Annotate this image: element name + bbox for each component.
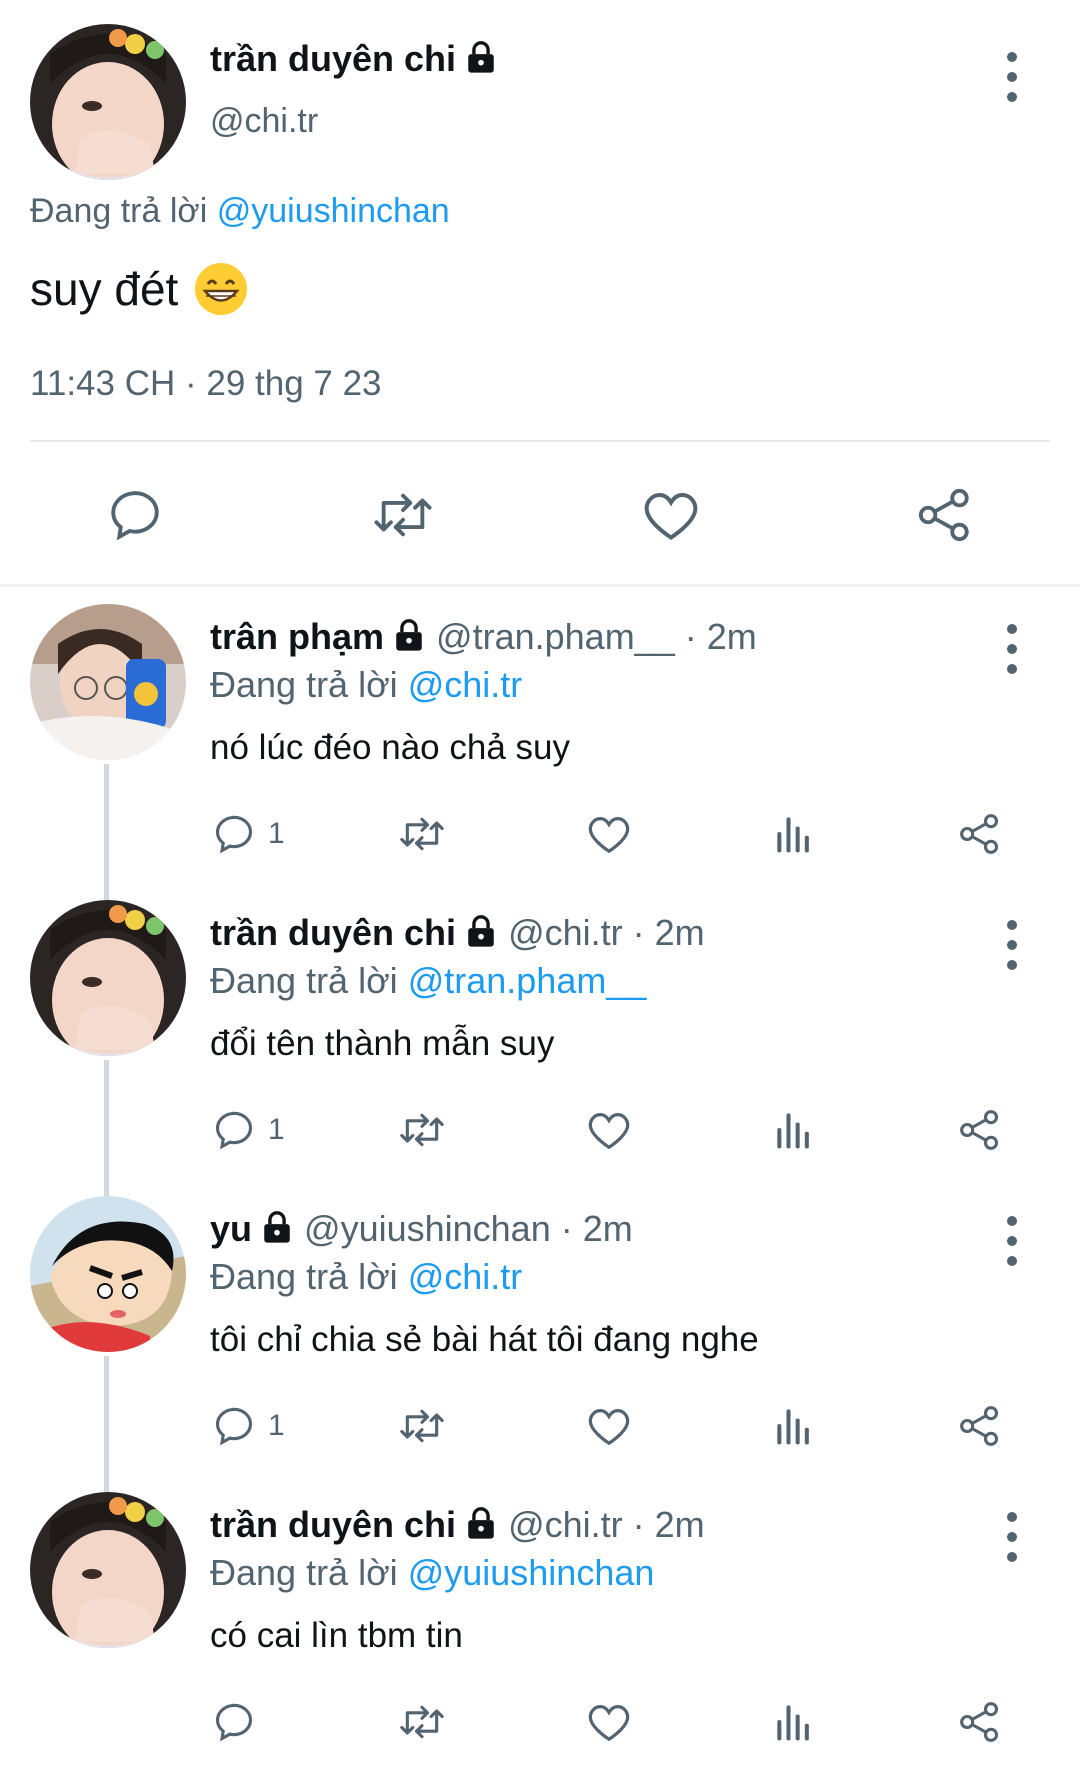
reply-count: 1 [268,1409,285,1442]
tran-pham-avatar[interactable] [30,604,186,760]
main-author-name[interactable]: trần duyên chi [210,38,498,80]
reply-author-name[interactable]: trần duyên chi [210,912,456,953]
reply-author-name[interactable]: trần duyên chi [210,1504,456,1545]
reply-header: yu @yuiushinchan · 2m [210,1208,633,1250]
analytics-icon[interactable] [772,1396,816,1456]
reply-author-handle[interactable]: @chi.tr [508,1504,623,1545]
replying-to-mention[interactable]: @yuiushinchan [408,1552,655,1593]
divider [30,440,1050,442]
tweet-timestamp[interactable]: 11:43 CH · 29 thg 7 23 [30,364,382,404]
heart-icon[interactable] [586,1692,632,1752]
comment-icon [212,1108,256,1152]
analytics-icon[interactable] [772,1692,816,1752]
retweet-icon[interactable] [396,1100,448,1160]
retweet-icon[interactable] [396,1692,448,1752]
reply-tweet[interactable]: trân phạm @tran.pham__ · 2m Đang trả lời… [0,604,1080,900]
replying-to-mention[interactable]: @chi.tr [408,1256,523,1297]
heart-icon[interactable] [636,480,706,550]
replying-label: Đang trả lời [210,1552,398,1593]
main-tweet-body: suy đét [30,263,179,315]
main-author-display-name: trần duyên chi [210,38,457,79]
replying-to-mention[interactable]: @tran.pham__ [408,960,647,1001]
comment-icon [212,1404,256,1448]
comment-icon[interactable] [100,480,170,550]
reply-time[interactable]: · 2m [633,912,705,953]
reply-action-bar: 1 [0,1100,1080,1160]
main-author-avatar[interactable] [30,24,186,180]
retweet-icon[interactable] [396,804,448,864]
chi-tr-avatar[interactable] [30,900,186,1056]
reply-author-handle[interactable]: @yuiushinchan [304,1208,551,1249]
grinning-emoji-icon [194,262,248,316]
retweet-icon[interactable] [368,480,438,550]
replying-label: Đang trả lời [210,664,398,705]
heart-icon[interactable] [586,1100,632,1160]
reply-time[interactable]: · 2m [685,616,757,657]
reply-tweet[interactable]: trần duyên chi @chi.tr · 2m Đang trả lời… [0,900,1080,1196]
reply-author-handle[interactable]: @tran.pham__ [436,616,675,657]
retweet-icon[interactable] [396,1396,448,1456]
reply-header: trần duyên chi @chi.tr · 2m [210,912,705,954]
more-vertical-icon[interactable] [1002,624,1022,674]
heart-icon[interactable] [586,1396,632,1456]
replying-to: Đang trả lời @yuiushinchan [30,192,450,231]
heart-icon[interactable] [586,804,632,864]
reply-header: trân phạm @tran.pham__ · 2m [210,616,757,658]
reply-button[interactable]: 1 [212,1396,285,1456]
section-divider [0,584,1080,587]
more-vertical-icon[interactable] [1002,52,1022,102]
chi-tr-avatar[interactable] [30,1492,186,1648]
replying-to-mention[interactable]: @yuiushinchan [217,192,450,230]
comment-icon [212,1700,256,1744]
analytics-icon[interactable] [772,1100,816,1160]
share-icon[interactable] [958,1692,1002,1752]
reply-tweet[interactable]: yu @yuiushinchan · 2m Đang trả lời @chi.… [0,1196,1080,1492]
main-author-handle[interactable]: @chi.tr [210,102,318,141]
share-icon[interactable] [910,480,980,550]
reply-text: tôi chỉ chia sẻ bài hát tôi đang nghe [210,1320,759,1359]
reply-time[interactable]: · 2m [561,1208,633,1249]
reply-button[interactable] [212,1692,268,1752]
reply-text: đổi tên thành mẫn suy [210,1024,555,1063]
reply-action-bar [0,1692,1080,1752]
more-vertical-icon[interactable] [1002,1216,1022,1266]
replying-to: Đang trả lời @chi.tr [210,664,522,706]
more-vertical-icon[interactable] [1002,920,1022,970]
reply-tweet[interactable]: trần duyên chi @chi.tr · 2m Đang trả lời… [0,1492,1080,1788]
comment-icon [212,812,256,856]
reply-button[interactable]: 1 [212,1100,285,1160]
more-vertical-icon[interactable] [1002,1512,1022,1562]
replying-label: Đang trả lời [30,192,208,230]
analytics-icon[interactable] [772,804,816,864]
replying-to: Đang trả lời @tran.pham__ [210,960,646,1002]
lock-icon [464,914,498,948]
share-icon[interactable] [958,1396,1002,1456]
reply-text: có cai lìn tbm tin [210,1616,463,1655]
replying-label: Đang trả lời [210,960,398,1001]
reply-button[interactable]: 1 [212,804,285,864]
lock-icon [464,40,498,74]
lock-icon [392,618,426,652]
reply-action-bar: 1 [0,804,1080,864]
replying-to: Đang trả lời @yuiushinchan [210,1552,654,1594]
replying-to-mention[interactable]: @chi.tr [408,664,523,705]
reply-author-handle[interactable]: @chi.tr [508,912,623,953]
shinchan-avatar[interactable] [30,1196,186,1352]
reply-author-name[interactable]: trân phạm [210,616,384,657]
reply-action-bar: 1 [0,1396,1080,1456]
reply-text: nó lúc đéo nào chả suy [210,728,570,767]
main-action-bar [0,480,1080,550]
reply-header: trần duyên chi @chi.tr · 2m [210,1504,705,1546]
share-icon[interactable] [958,804,1002,864]
reply-time[interactable]: · 2m [633,1504,705,1545]
lock-icon [260,1210,294,1244]
reply-author-name[interactable]: yu [210,1208,252,1249]
lock-icon [464,1506,498,1540]
replying-label: Đang trả lời [210,1256,398,1297]
replying-to: Đang trả lời @chi.tr [210,1256,522,1298]
reply-count: 1 [268,1113,285,1146]
reply-count: 1 [268,817,285,850]
main-tweet-text: suy đét [30,262,248,316]
share-icon[interactable] [958,1100,1002,1160]
